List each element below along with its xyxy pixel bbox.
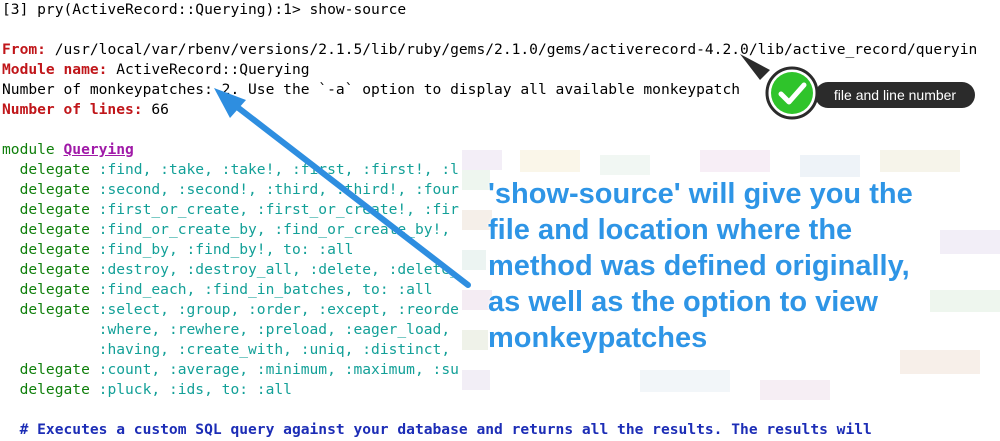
callout-line: as well as the option to view [488, 286, 878, 318]
check-icon [765, 66, 819, 120]
checkmark-badge [760, 61, 830, 121]
blue-arrow [214, 88, 471, 288]
callout-text: 'show-source' will give you the file and… [488, 176, 998, 356]
callout-line: method was defined originally, [488, 250, 910, 282]
file-line-badge: file and line number [815, 82, 975, 108]
callout-line: monkeypatches [488, 322, 708, 354]
callout-line: file and location where the [488, 214, 853, 246]
callout-line: 'show-source' will give you the [488, 178, 913, 210]
